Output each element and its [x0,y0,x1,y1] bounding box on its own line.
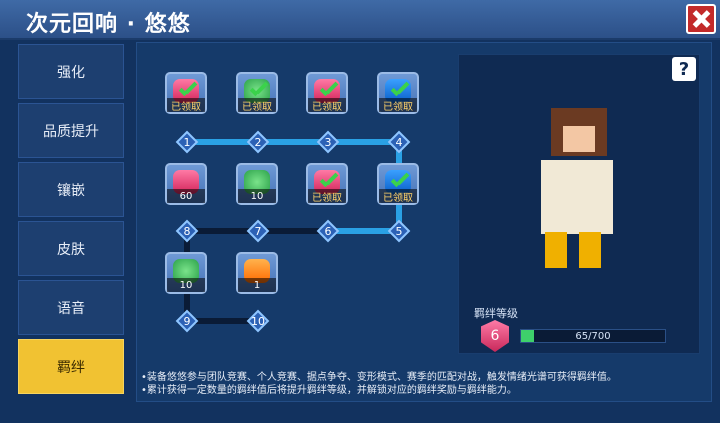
reward-badge: 已领取 [379,98,417,113]
character-face [563,126,595,152]
path-node: 9 [175,309,199,333]
path-node: 8 [175,219,199,243]
tab-enhance[interactable]: 强化 [18,44,124,99]
character-leg [579,232,601,268]
node-number: 2 [254,135,262,149]
node-number: 5 [395,224,403,238]
character-leg [545,232,567,268]
reward-item[interactable]: 60 [165,163,207,205]
node-number: 9 [183,314,191,328]
reward-item[interactable]: 已领取 [377,72,419,114]
path-node: 2 [246,130,270,154]
reward-badge: 已领取 [238,98,276,113]
reward-item[interactable]: 已领取 [306,72,348,114]
notes: •装备悠悠参与团队竞赛、个人竞赛、据点争夺、变形模式、赛季的匹配对战，触发情绪光… [141,371,617,397]
path-node: 5 [387,219,411,243]
character-model [515,96,635,270]
reward-item[interactable]: 已领取 [306,163,348,205]
reward-item[interactable]: 10 [236,163,278,205]
reward-item[interactable]: 10 [165,252,207,294]
path-node: 10 [246,309,270,333]
bond-level-title: 羁绊等级 [474,307,518,320]
path-node: 7 [246,219,270,243]
node-number: 3 [324,135,332,149]
character-body [541,160,613,234]
sidebar: 强化 品质提升 镶嵌 皮肤 语音 羁绊 [14,42,126,402]
reward-badge: 已领取 [308,189,346,204]
bond-progress-bar: 65/700 [520,329,666,343]
help-button[interactable]: ? [672,57,696,81]
reward-item[interactable]: 已领取 [165,72,207,114]
window: 次元回响 · 悠悠 强化 品质提升 镶嵌 皮肤 语音 羁绊 已领取 已领取 已领… [0,0,720,423]
reward-badge: 10 [167,278,205,292]
note-line: •累计获得一定数量的羁绊值后将提升羁绊等级，并解锁对应的羁绊奖励与羁绊能力。 [141,385,517,396]
tab-skin[interactable]: 皮肤 [18,221,124,276]
path-node: 3 [316,130,340,154]
tab-bond[interactable]: 羁绊 [18,339,124,394]
node-number: 1 [183,135,191,149]
node-number: 6 [324,224,332,238]
progress-line [187,139,399,145]
reward-item[interactable]: 1 [236,252,278,294]
path-node: 4 [387,130,411,154]
node-number: 4 [395,135,403,149]
close-button[interactable] [686,4,716,34]
path-node: 6 [316,219,340,243]
reward-badge: 已领取 [167,98,205,113]
tab-voice[interactable]: 语音 [18,280,124,335]
bond-progress-text: 65/700 [575,330,611,342]
tab-quality-upgrade[interactable]: 品质提升 [18,103,124,158]
reward-badge: 已领取 [308,98,346,113]
node-number: 10 [251,314,265,328]
path-node: 1 [175,130,199,154]
window-title: 次元回响 · 悠悠 [26,12,191,37]
reward-item[interactable]: 已领取 [377,163,419,205]
reward-badge: 已领取 [379,189,417,204]
reward-item[interactable]: 已领取 [236,72,278,114]
bond-level-value: 6 [490,328,500,344]
tab-inlay[interactable]: 镶嵌 [18,162,124,217]
reward-badge: 60 [167,189,205,203]
node-number: 7 [254,224,262,238]
note-line: •装备悠悠参与团队竞赛、个人竞赛、据点争夺、变形模式、赛季的匹配对战，触发情绪光… [141,372,617,383]
reward-badge: 1 [238,278,276,292]
node-number: 8 [183,224,191,238]
reward-badge: 10 [238,189,276,203]
title-bar: 次元回响 · 悠悠 [0,0,720,40]
